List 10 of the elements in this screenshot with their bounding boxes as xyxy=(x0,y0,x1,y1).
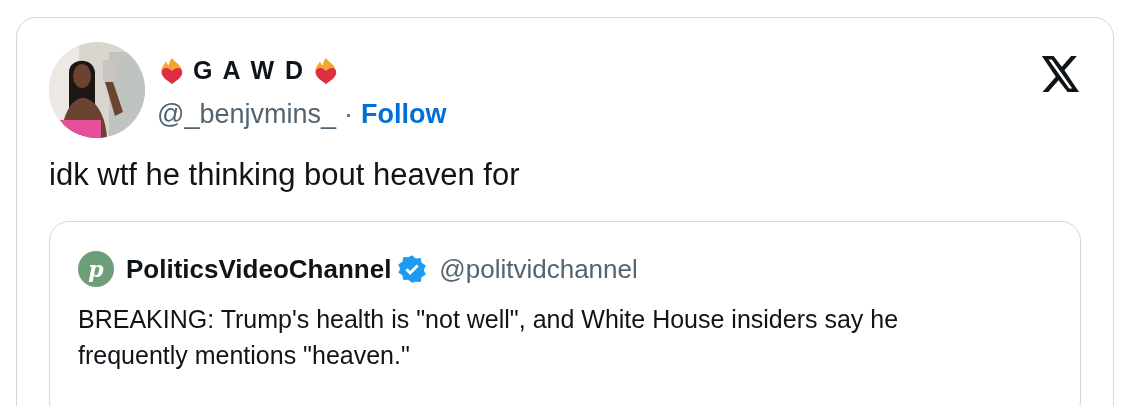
display-name: G A W D xyxy=(193,55,306,86)
post-text: idk wtf he thinking bout heaven for xyxy=(49,156,521,194)
separator: · xyxy=(344,97,353,131)
channel-handle: @politvidchannel xyxy=(439,252,638,286)
channel-logo: p xyxy=(78,251,114,287)
quoted-post-text: BREAKING: Trump's health is "not well", and White House insiders say he frequently mentions "heaven." xyxy=(78,303,900,371)
channel-name: PoliticsVideoChannel xyxy=(126,252,392,286)
x-logo-icon[interactable] xyxy=(1041,56,1081,92)
follow-link[interactable]: Follow xyxy=(361,93,447,134)
user-handle: @_benjvmins_ xyxy=(157,97,336,131)
